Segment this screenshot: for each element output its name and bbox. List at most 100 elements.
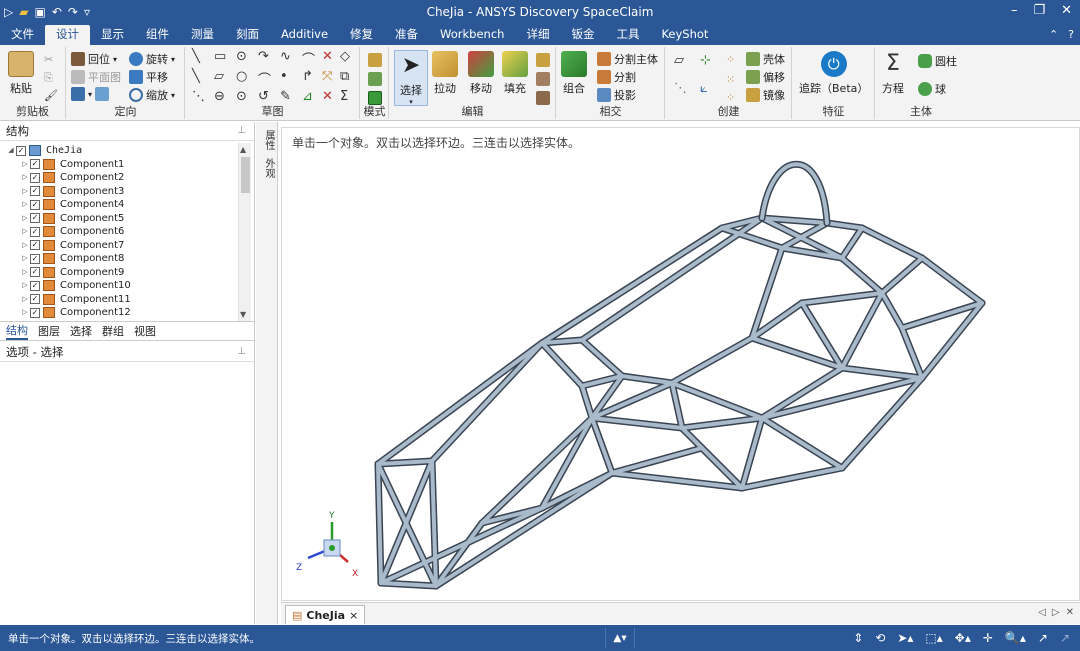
view-rotate-icon[interactable]: ✥▴ bbox=[955, 631, 971, 645]
undo-icon[interactable]: ↶ bbox=[52, 5, 62, 19]
spin-icon[interactable]: ⇕ bbox=[853, 631, 863, 645]
frame-tube[interactable] bbox=[670, 336, 754, 385]
spin-tool-icon[interactable]: ↗ bbox=[1038, 631, 1048, 645]
sweep-arc-icon[interactable]: ⌒ bbox=[258, 69, 271, 88]
rotate-button[interactable]: 旋转 ▾ bbox=[129, 51, 175, 67]
circular-pattern-icon[interactable]: ⁙ bbox=[726, 73, 735, 86]
3pt-circle-icon[interactable]: ⊙ bbox=[236, 89, 247, 104]
frame-tube[interactable] bbox=[540, 226, 724, 345]
tab-file[interactable]: 文件 bbox=[0, 25, 45, 45]
visibility-checkbox[interactable]: ✓ bbox=[30, 213, 40, 224]
split-body-button[interactable]: 分割主体 bbox=[597, 51, 658, 67]
close-tab-icon[interactable]: × bbox=[349, 609, 358, 622]
chassis-frame-model[interactable]: Y X Z bbox=[282, 128, 1080, 602]
frame-tube[interactable] bbox=[580, 216, 764, 342]
tab-tools[interactable]: 工具 bbox=[605, 25, 650, 45]
frame-tube[interactable] bbox=[920, 256, 984, 305]
origin-icon[interactable]: ⊹ bbox=[700, 53, 711, 68]
frame-tube[interactable] bbox=[590, 416, 614, 475]
tree-item-component[interactable]: ▷ ✓ Component11 bbox=[0, 293, 238, 307]
visibility-checkbox[interactable]: ✓ bbox=[30, 240, 40, 251]
split-curve-icon[interactable]: ✕ bbox=[322, 89, 333, 104]
visibility-checkbox[interactable]: ✓ bbox=[30, 253, 40, 264]
fly-icon[interactable]: ↗ bbox=[1060, 631, 1070, 645]
view-cube-button[interactable]: ▾ bbox=[71, 87, 110, 101]
equation-button[interactable]: Σ 方程 bbox=[880, 51, 906, 96]
expand-arrow-icon[interactable]: ▷ bbox=[20, 171, 30, 185]
point-icon[interactable]: • bbox=[280, 69, 288, 84]
orbit-icon[interactable]: ⟲ bbox=[875, 631, 885, 645]
equation-curve-icon[interactable]: Σ bbox=[340, 89, 348, 104]
tab-measure[interactable]: 测量 bbox=[180, 25, 225, 45]
tab-detail[interactable]: 详细 bbox=[515, 25, 560, 45]
fill-button[interactable]: 填充 bbox=[502, 51, 528, 96]
restore-icon[interactable]: ❐ bbox=[1033, 3, 1045, 18]
tree-item-component[interactable]: ▷ ✓ Component5 bbox=[0, 212, 238, 226]
expand-arrow-icon[interactable]: ▷ bbox=[20, 252, 30, 266]
sketch-mode-icon[interactable] bbox=[368, 53, 382, 67]
slot-icon[interactable]: ⊖ bbox=[214, 89, 225, 104]
expand-arrow-icon[interactable]: ▷ bbox=[20, 239, 30, 253]
visibility-checkbox[interactable]: ✓ bbox=[30, 199, 40, 210]
pin-icon[interactable]: ⊥ bbox=[237, 343, 246, 361]
face-curve-icon[interactable]: ✎ bbox=[280, 89, 291, 104]
tab-structure[interactable]: 结构 bbox=[6, 322, 28, 340]
axis-icon[interactable]: ⋱ bbox=[674, 81, 687, 96]
dashed-line-icon[interactable]: ⋱ bbox=[192, 89, 205, 104]
tree-item-component[interactable]: ▷ ✓ Component10 bbox=[0, 279, 238, 293]
status-toggle-icon[interactable]: ▲▾ bbox=[605, 628, 635, 648]
3pt-arc-icon[interactable]: ↺ bbox=[258, 89, 269, 104]
tab-facets[interactable]: 刻面 bbox=[225, 25, 270, 45]
tab-properties[interactable]: 属性 bbox=[261, 130, 276, 150]
frame-tube[interactable] bbox=[840, 291, 884, 370]
box-select-icon[interactable]: ⬚▴ bbox=[925, 631, 942, 645]
visibility-checkbox[interactable]: ✓ bbox=[30, 159, 40, 170]
spline-icon[interactable]: ∿ bbox=[280, 49, 291, 64]
tangent-arc-icon[interactable]: ⌒ bbox=[302, 49, 315, 68]
format-painter-icon[interactable]: 🖌 bbox=[44, 89, 58, 102]
close-all-icon[interactable]: ✕ bbox=[1066, 607, 1074, 618]
frame-tube[interactable] bbox=[860, 226, 924, 260]
expand-arrow-icon[interactable]: ▷ bbox=[20, 306, 30, 318]
ellipse-icon[interactable]: ○ bbox=[236, 69, 247, 84]
line-icon[interactable]: ╲ bbox=[192, 49, 200, 64]
tab-assembly[interactable]: 组件 bbox=[135, 25, 180, 45]
plan-view-button[interactable]: 平面图 bbox=[71, 69, 121, 85]
frame-tube[interactable] bbox=[610, 446, 704, 475]
tab-keyshot[interactable]: KeyShot bbox=[650, 25, 719, 45]
coordinate-system-icon[interactable]: ⟀ bbox=[700, 81, 708, 96]
app-logo-icon[interactable]: ▷ bbox=[4, 5, 13, 19]
replace-icon[interactable] bbox=[536, 72, 550, 86]
visibility-checkbox[interactable]: ✓ bbox=[30, 280, 40, 291]
combine-button[interactable]: 组合 bbox=[561, 51, 587, 96]
select-button[interactable]: ➤ 选择 ▾ bbox=[394, 50, 428, 106]
copy-icon[interactable]: ⎘ bbox=[44, 71, 53, 85]
tab-prev-icon[interactable]: ◁ bbox=[1038, 607, 1046, 618]
tree-item-component[interactable]: ▷ ✓ Component2 bbox=[0, 171, 238, 185]
visibility-checkbox[interactable]: ✓ bbox=[30, 226, 40, 237]
visibility-checkbox[interactable]: ✓ bbox=[16, 145, 26, 156]
frame-tube[interactable] bbox=[610, 471, 744, 490]
pan-button[interactable]: 平移 bbox=[129, 69, 168, 85]
frame-tube[interactable] bbox=[670, 381, 764, 420]
polygon-icon[interactable]: ◇ bbox=[340, 49, 350, 64]
zoom-button[interactable]: 缩放 ▾ bbox=[129, 87, 175, 103]
roll-hoop[interactable] bbox=[760, 162, 829, 225]
frame-tube[interactable] bbox=[430, 341, 544, 463]
visibility-checkbox[interactable]: ✓ bbox=[30, 294, 40, 305]
axis-triad[interactable]: Y X Z bbox=[296, 511, 358, 579]
minimize-icon[interactable]: – bbox=[1011, 3, 1018, 18]
tree-scrollbar[interactable]: ▲ ▼ bbox=[238, 143, 251, 321]
frame-tube[interactable] bbox=[880, 291, 904, 330]
split-button[interactable]: 分割 bbox=[597, 69, 636, 85]
frame-tube[interactable] bbox=[434, 471, 614, 588]
tab-next-icon[interactable]: ▷ bbox=[1052, 607, 1060, 618]
frame-tube[interactable] bbox=[740, 416, 764, 490]
visibility-checkbox[interactable]: ✓ bbox=[30, 172, 40, 183]
visibility-checkbox[interactable]: ✓ bbox=[30, 186, 40, 197]
tab-selection[interactable]: 选择 bbox=[70, 323, 92, 339]
frame-tube[interactable] bbox=[580, 338, 624, 378]
zoom-status-icon[interactable]: 🔍▴ bbox=[1005, 631, 1026, 645]
expand-arrow-icon[interactable]: ▷ bbox=[20, 185, 30, 199]
tab-views[interactable]: 视图 bbox=[134, 323, 156, 339]
